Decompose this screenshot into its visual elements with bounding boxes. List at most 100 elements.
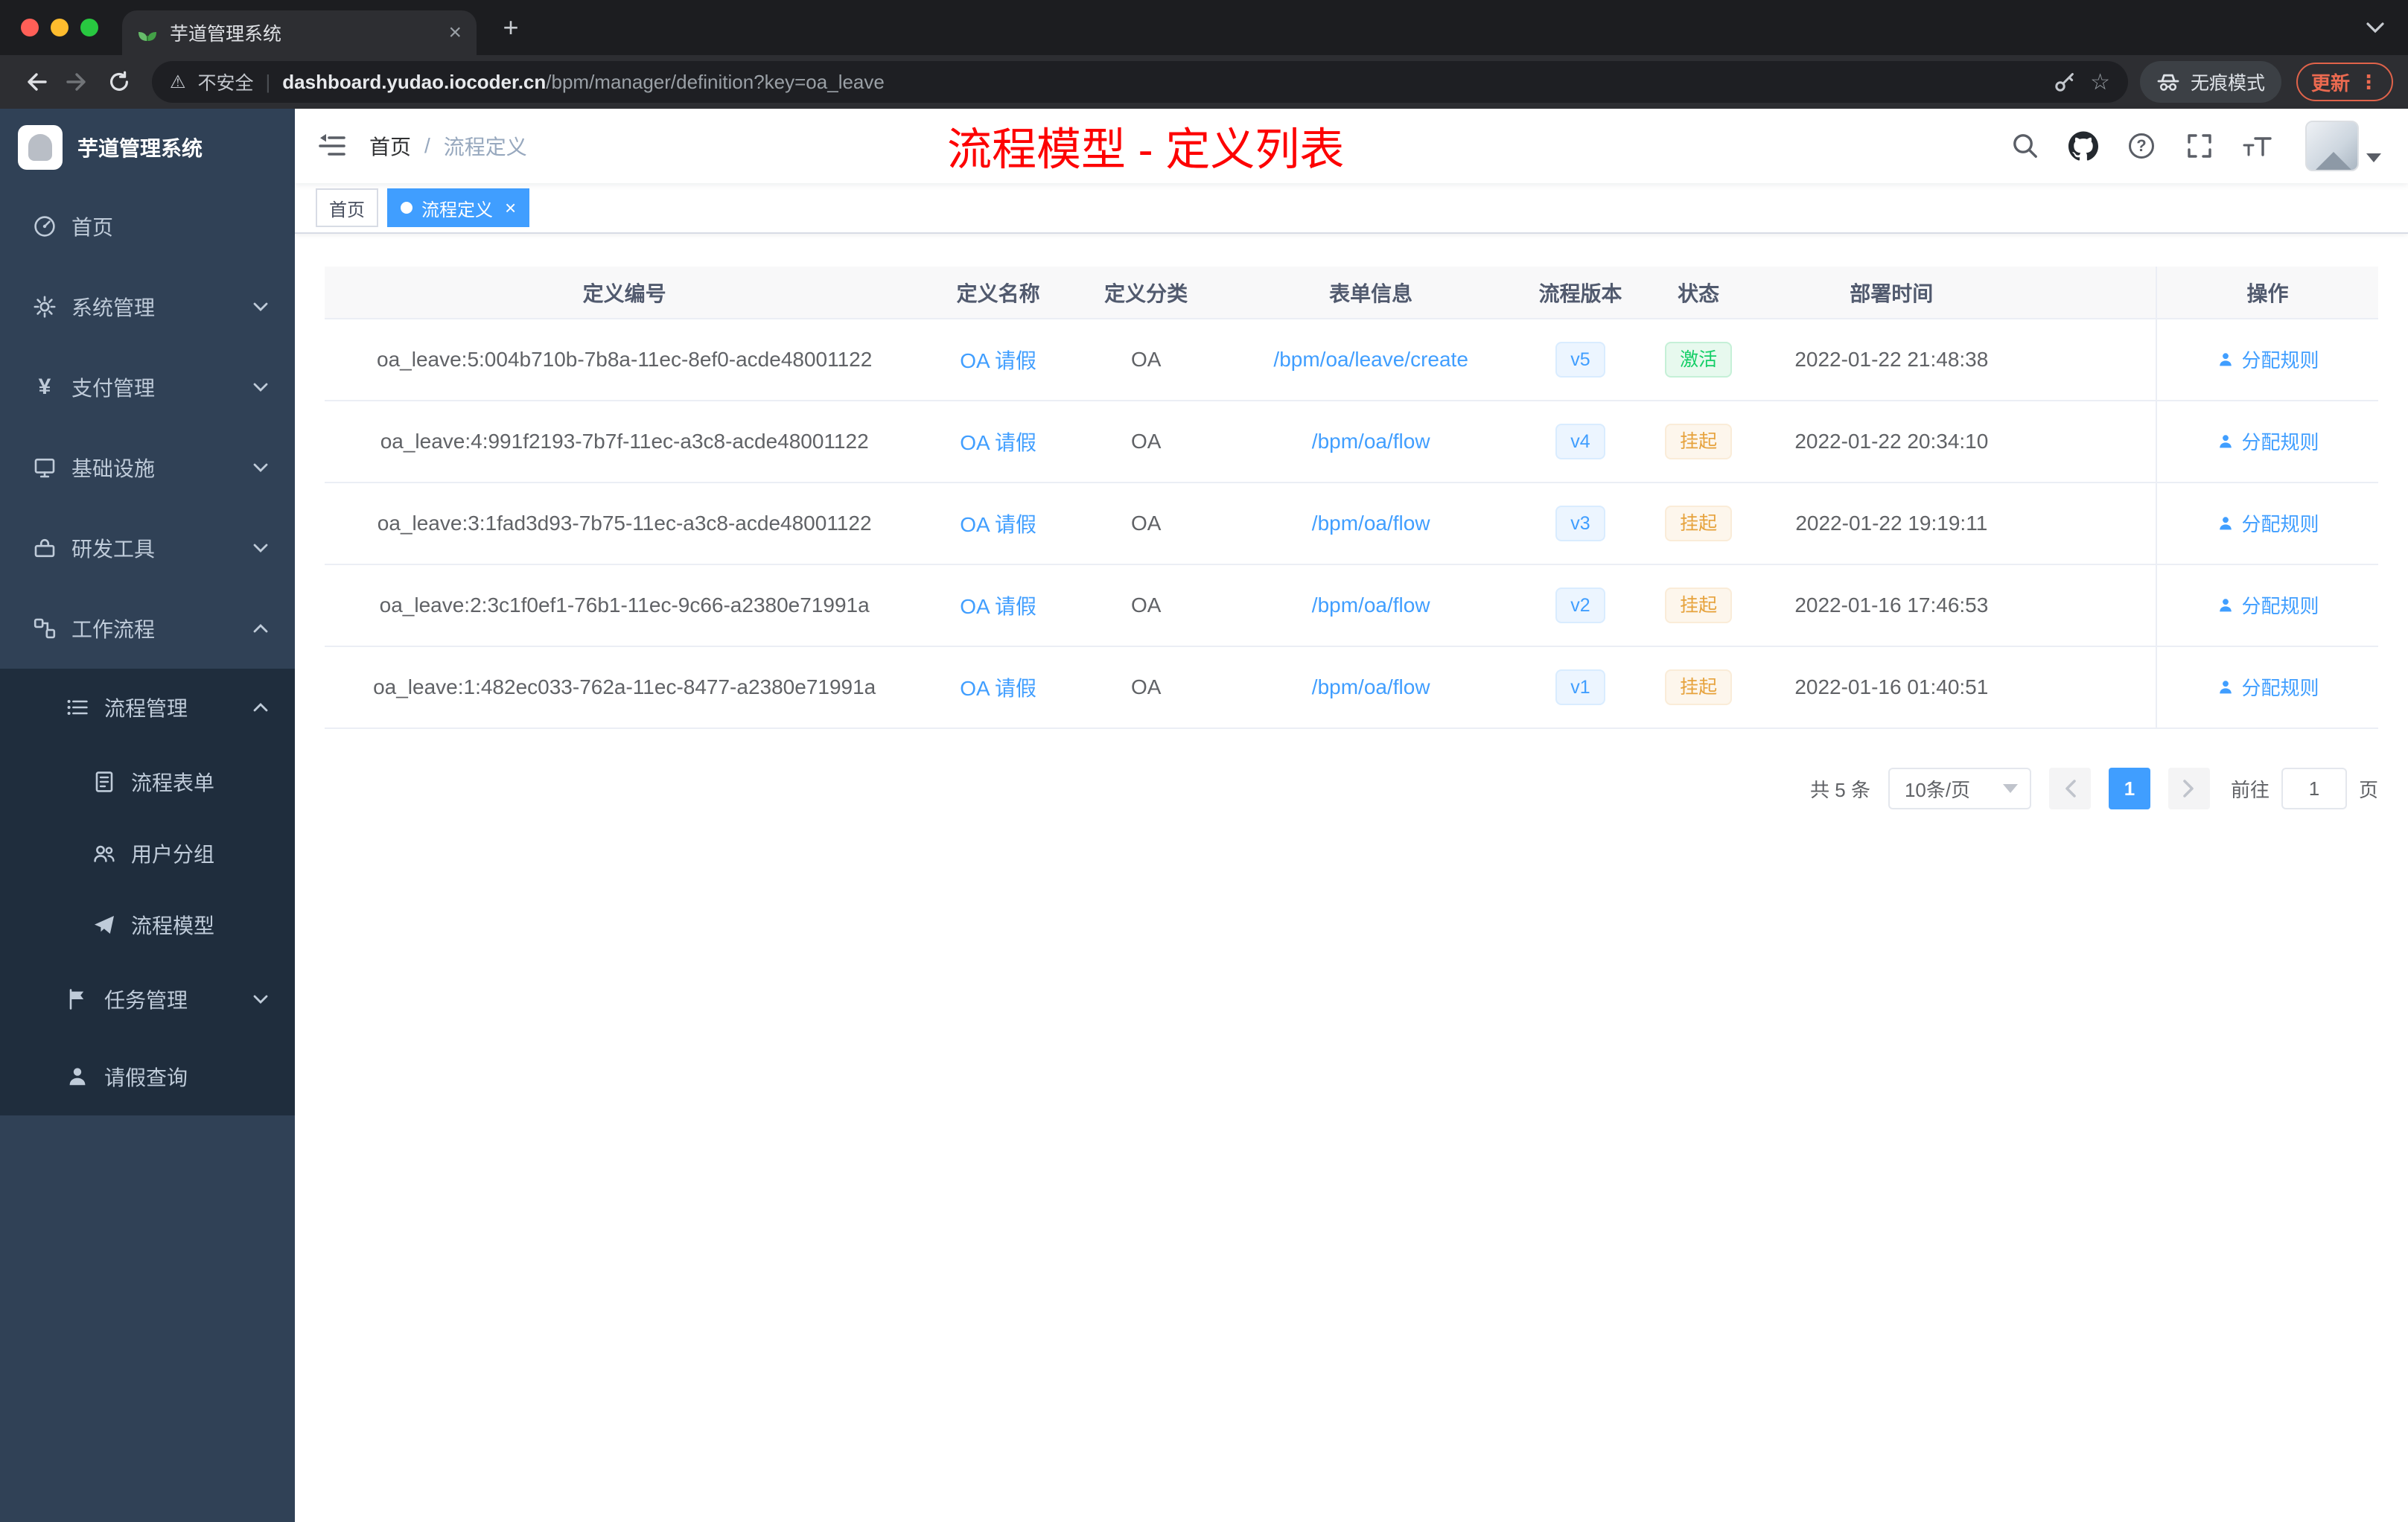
form-link[interactable]: /bpm/oa/flow (1312, 675, 1430, 698)
browser-tab[interactable]: 芋道管理系统 × (122, 10, 477, 55)
search-icon[interactable] (2009, 130, 2042, 162)
assign-rule-link[interactable]: 分配规则 (2217, 591, 2319, 619)
sidebar-item-workflow[interactable]: 工作流程 (0, 588, 295, 669)
address-bar[interactable]: ⚠ 不安全 | dashboard.yudao.iocoder.cn/bpm/m… (152, 61, 2128, 103)
navbar: 首页 / 流程定义 流程模型 - 定义列表 ? (295, 109, 2408, 183)
sidebar-item-payment[interactable]: ¥ 支付管理 (0, 347, 295, 427)
list-icon (66, 695, 89, 719)
help-icon[interactable]: ? (2125, 130, 2158, 162)
sidebar-item-task-management[interactable]: 任务管理 (0, 961, 295, 1038)
dashboard-icon (33, 214, 57, 238)
password-key-icon[interactable] (2053, 70, 2078, 94)
definition-name-link[interactable]: OA 请假 (960, 513, 1036, 536)
sidebar-item-process-form[interactable]: 流程表单 (0, 746, 295, 818)
table-row: oa_leave:1:482ec033-762a-11ec-8477-a2380… (325, 646, 2378, 729)
url-text[interactable]: dashboard.yudao.iocoder.cn/bpm/manager/d… (282, 71, 2041, 94)
avatar[interactable] (2305, 121, 2359, 171)
sidebar: 芋道管理系统 首页 系统管理 ¥ 支付管理 基础设施 研发工具 工作流程 流程管… (0, 109, 295, 1522)
cell-category: OA (1071, 646, 1220, 729)
cell-category: OA (1071, 319, 1220, 401)
col-action: 操作 (2156, 267, 2378, 319)
page-number-1[interactable]: 1 (2108, 768, 2150, 809)
cell-filler (2025, 564, 2157, 647)
security-label[interactable]: 不安全 (198, 69, 254, 95)
sidebar-item-label: 流程表单 (131, 771, 215, 795)
sidebar-item-process-model[interactable]: 流程模型 (0, 889, 295, 961)
status-badge: 挂起 (1665, 587, 1733, 624)
form-link[interactable]: /bpm/oa/leave/create (1273, 348, 1468, 371)
sidebar-logo-row[interactable]: 芋道管理系统 (0, 109, 295, 186)
zoom-window-button[interactable] (80, 19, 98, 36)
chevron-down-icon (253, 383, 268, 392)
sidebar-item-home[interactable]: 首页 (0, 186, 295, 267)
sidebar-item-infrastructure[interactable]: 基础设施 (0, 427, 295, 508)
sidebar-item-dev-tools[interactable]: 研发工具 (0, 508, 295, 588)
tag-home[interactable]: 首页 (316, 188, 378, 227)
bookmark-star-icon[interactable]: ☆ (2090, 69, 2110, 95)
back-icon[interactable] (15, 61, 57, 103)
status-badge: 挂起 (1665, 505, 1733, 542)
reload-icon[interactable] (98, 61, 140, 103)
cell-deploy-time: 2022-01-16 17:46:53 (1758, 564, 2025, 647)
assign-rule-link[interactable]: 分配规则 (2217, 673, 2319, 701)
definition-name-link[interactable]: OA 请假 (960, 349, 1036, 372)
url-path: /bpm/manager/definition?key=oa_leave (546, 70, 885, 93)
definition-table: 定义编号 定义名称 定义分类 表单信息 流程版本 状态 部署时间 操作 oa_l… (325, 267, 2378, 729)
table-row: oa_leave:4:991f2193-7b7f-11ec-a3c8-acde4… (325, 401, 2378, 483)
sidebar-item-label: 工作流程 (71, 618, 156, 641)
version-badge: v5 (1555, 341, 1605, 378)
col-status: 状态 (1639, 267, 1759, 319)
close-window-button[interactable] (21, 19, 39, 36)
tag-process-definition[interactable]: 流程定义 × (387, 188, 530, 227)
sidebar-item-label: 任务管理 (104, 989, 188, 1012)
col-deploy-time: 部署时间 (1758, 267, 2025, 319)
paper-plane-icon (92, 913, 116, 937)
sidebar-item-system[interactable]: 系统管理 (0, 267, 295, 347)
forward-icon[interactable] (57, 61, 98, 103)
prev-page-button[interactable] (2048, 768, 2091, 809)
sidebar-item-label: 流程模型 (131, 914, 215, 937)
cell-category: OA (1071, 483, 1220, 565)
sidebar-item-leave-query[interactable]: 请假查询 (0, 1038, 295, 1115)
breadcrumb-separator: / (424, 134, 430, 157)
chevron-down-icon (253, 995, 268, 1004)
chevron-up-icon (253, 624, 268, 633)
page-size-select[interactable]: 10条/页 (1888, 768, 2031, 809)
assign-rule-link[interactable]: 分配规则 (2217, 346, 2319, 373)
goto-page-input[interactable] (2281, 768, 2347, 809)
cell-id: oa_leave:3:1fad3d93-7b75-11ec-a3c8-acde4… (325, 483, 925, 565)
sidebar-item-process-management[interactable]: 流程管理 (0, 669, 295, 746)
incognito-icon (2156, 71, 2180, 92)
favicon (137, 22, 158, 43)
fullscreen-icon[interactable] (2183, 130, 2216, 162)
gear-icon (33, 295, 57, 319)
sidebar-item-label: 用户分组 (131, 843, 215, 866)
tab-close-icon[interactable]: × (448, 22, 462, 44)
form-link[interactable]: /bpm/oa/flow (1312, 512, 1430, 535)
github-icon[interactable] (2067, 130, 2100, 162)
assign-rule-link[interactable]: 分配规则 (2217, 427, 2319, 455)
form-link[interactable]: /bpm/oa/flow (1312, 430, 1430, 453)
tag-close-icon[interactable]: × (505, 198, 516, 217)
definition-name-link[interactable]: OA 请假 (960, 595, 1036, 618)
sidebar-item-user-group[interactable]: 用户分组 (0, 818, 295, 889)
status-badge: 挂起 (1665, 669, 1733, 706)
next-page-button[interactable] (2167, 768, 2210, 809)
browser-menu-dots-icon[interactable]: ⋮ (2359, 71, 2378, 94)
breadcrumb-home[interactable]: 首页 (369, 131, 411, 161)
form-link[interactable]: /bpm/oa/flow (1312, 593, 1430, 617)
tab-search-icon[interactable] (2366, 22, 2384, 34)
user-menu[interactable] (2305, 121, 2381, 171)
definition-name-link[interactable]: OA 请假 (960, 431, 1036, 454)
browser-update-button[interactable]: 更新 ⋮ (2296, 63, 2393, 101)
hamburger-icon[interactable] (295, 109, 369, 183)
chevron-down-icon (253, 463, 268, 472)
minimize-window-button[interactable] (51, 19, 69, 36)
new-tab-button[interactable]: + (491, 8, 530, 47)
workflow-submenu: 流程管理 流程表单 用户分组 流程模型 任务管理 请假查询 (0, 669, 295, 1115)
font-size-icon[interactable] (2241, 130, 2274, 162)
assign-rule-link[interactable]: 分配规则 (2217, 509, 2319, 537)
status-badge: 挂起 (1665, 423, 1733, 460)
definition-name-link[interactable]: OA 请假 (960, 677, 1036, 700)
active-tag-dot (401, 202, 413, 214)
